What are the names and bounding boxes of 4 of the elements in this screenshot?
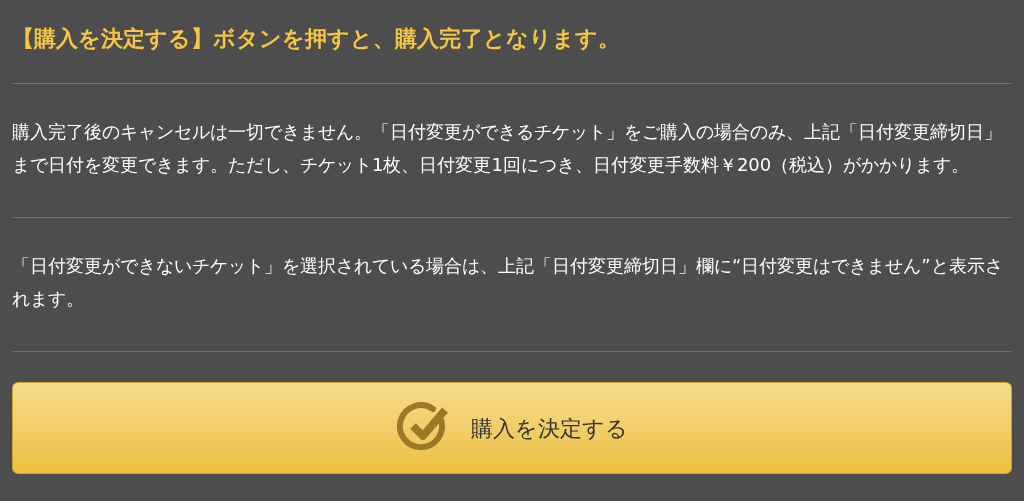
- heading: 【購入を決定する】ボタンを押すと、購入完了となります。: [12, 25, 621, 53]
- paragraph: 購入完了後のキャンセルは一切できません。「日付変更ができるチケット」をご購入の場合のみ、上記「日付変更締切日」まで日付を変更できます。ただし、チケット1枚、日付変更1回につき、日付変更手数料￥200（税込）がかかります。: [12, 120, 1003, 177]
- paragraph: 「日付変更ができないチケット」を選択されている場合は、上記「日付変更締切日」欄に“日付変更はできません”と表示されます。: [12, 254, 1004, 311]
- purchase-button[interactable]: 購入を決定する: [12, 382, 1012, 474]
